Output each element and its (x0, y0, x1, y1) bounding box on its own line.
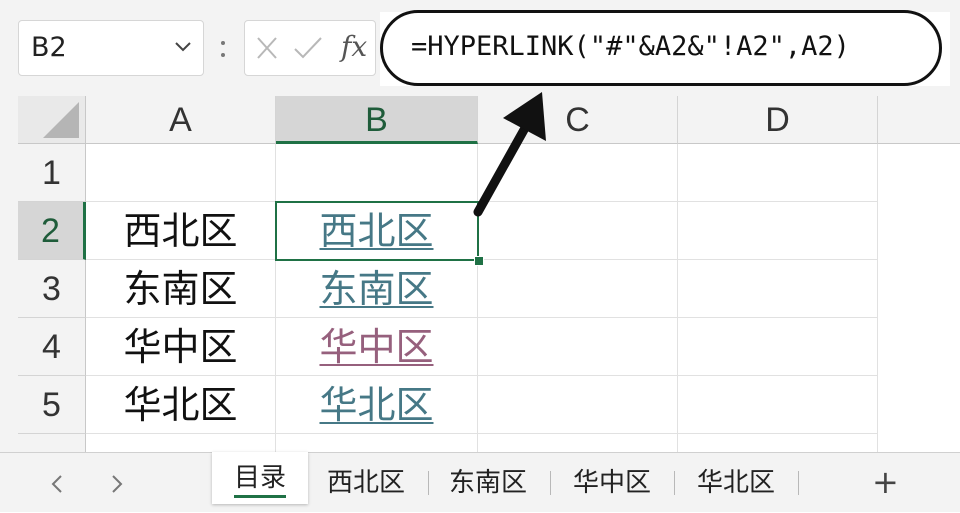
cell-d1[interactable] (678, 144, 878, 202)
select-all-triangle-icon (43, 102, 79, 138)
cell-d6[interactable] (678, 434, 878, 452)
cell-a5[interactable]: 华北区 (86, 376, 276, 434)
row-header-4[interactable]: 4 (18, 318, 86, 376)
selection-border (275, 201, 479, 261)
formula-controls: fx (244, 20, 376, 76)
active-tab-indicator (234, 495, 286, 498)
sheet-tab-central[interactable]: 华中区 (554, 453, 670, 513)
cell-a1[interactable] (86, 144, 276, 202)
sheet-tab-label: 目录 (233, 463, 286, 493)
checkmark-icon[interactable] (293, 35, 323, 61)
tab-divider (674, 471, 675, 495)
cell-a2[interactable]: 西北区 (86, 202, 276, 260)
chevron-down-icon[interactable] (173, 35, 193, 59)
row-header-3[interactable]: 3 (18, 260, 86, 318)
cell-d3[interactable] (678, 260, 878, 318)
sheet-tab-southeast[interactable]: 东南区 (430, 453, 546, 513)
worksheet-grid: A B C D 1 2 3 4 5 西北区 西北区 东南区 东南区 华中区 华中… (18, 96, 960, 452)
column-header-a[interactable]: A (86, 96, 276, 144)
drag-handle-icon[interactable] (220, 38, 226, 60)
sheet-tab-northwest[interactable]: 西北区 (308, 453, 424, 513)
cell-c6[interactable] (478, 434, 678, 452)
cell-b4-hyperlink-visited[interactable]: 华中区 (276, 318, 478, 376)
cell-b1[interactable] (276, 144, 478, 202)
sheet-tab-bar: 目录 西北区 东南区 华中区 华北区 + (0, 452, 960, 512)
column-header-c[interactable]: C (478, 96, 678, 144)
fill-handle[interactable] (474, 256, 484, 266)
formula-bar: B2 fx =HYPERLINK("#"&A2&"!A2",A2) (0, 0, 960, 96)
row-header-2[interactable]: 2 (18, 202, 86, 260)
cell-c4[interactable] (478, 318, 678, 376)
column-header-b[interactable]: B (276, 96, 478, 144)
cell-d4[interactable] (678, 318, 878, 376)
cell-a4[interactable]: 华中区 (86, 318, 276, 376)
sheet-tab-directory[interactable]: 目录 (212, 452, 308, 504)
cell-a3[interactable]: 东南区 (86, 260, 276, 318)
cancel-x-icon[interactable] (255, 35, 279, 61)
cell-a6[interactable] (86, 434, 276, 452)
chevron-right-icon[interactable] (108, 473, 126, 495)
chevron-left-icon[interactable] (48, 473, 66, 495)
cell-c5[interactable] (478, 376, 678, 434)
tab-divider (428, 471, 429, 495)
cell-c3[interactable] (478, 260, 678, 318)
excel-window: B2 fx =HYPERLINK("#"&A2&"!A2",A2) A B C … (0, 0, 960, 512)
cell-c1[interactable] (478, 144, 678, 202)
row-header-5[interactable]: 5 (18, 376, 86, 434)
column-header-e[interactable] (878, 96, 960, 144)
column-header-d[interactable]: D (678, 96, 878, 144)
insert-function-button[interactable]: fx (341, 30, 367, 63)
row-header-6[interactable] (18, 434, 86, 452)
cell-d2[interactable] (678, 202, 878, 260)
formula-callout: =HYPERLINK("#"&A2&"!A2",A2) (380, 10, 942, 86)
row-header-1[interactable]: 1 (18, 144, 86, 202)
name-box-value: B2 (31, 32, 67, 63)
select-all-button[interactable] (18, 96, 86, 144)
name-box[interactable]: B2 (18, 20, 204, 76)
cell-c2[interactable] (478, 202, 678, 260)
cell-b5-hyperlink[interactable]: 华北区 (276, 376, 478, 434)
tab-divider (550, 471, 551, 495)
cell-b6[interactable] (276, 434, 478, 452)
formula-text[interactable]: =HYPERLINK("#"&A2&"!A2",A2) (411, 31, 850, 62)
tab-divider (798, 471, 799, 495)
sheet-tab-north[interactable]: 华北区 (678, 453, 794, 513)
add-sheet-button[interactable]: + (872, 463, 899, 501)
cell-d5[interactable] (678, 376, 878, 434)
cell-b3-hyperlink[interactable]: 东南区 (276, 260, 478, 318)
